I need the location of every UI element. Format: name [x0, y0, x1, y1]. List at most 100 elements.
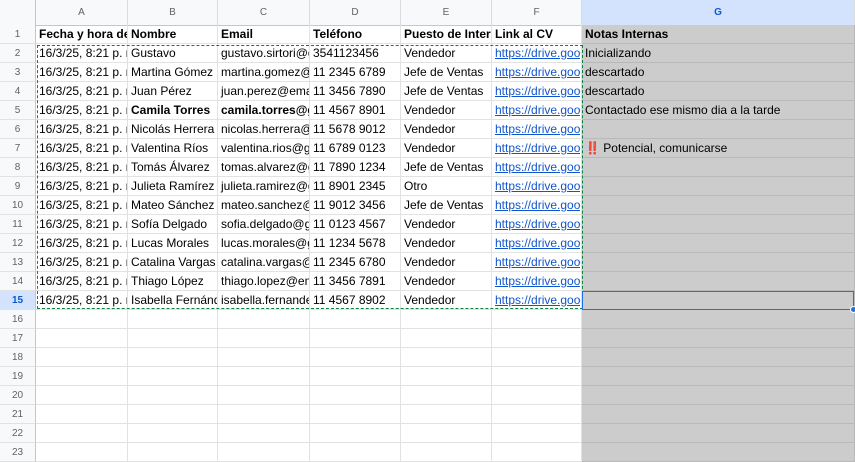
- empty-cell[interactable]: [218, 329, 310, 348]
- empty-cell[interactable]: [36, 424, 128, 443]
- cell-fecha[interactable]: 16/3/25, 8:21 p. m.: [36, 158, 128, 177]
- cell-puesto[interactable]: Vendedor: [401, 253, 492, 272]
- cell-email[interactable]: lucas.morales@gmail.com: [218, 234, 310, 253]
- empty-cell[interactable]: [218, 367, 310, 386]
- cell-puesto[interactable]: Jefe de Ventas: [401, 196, 492, 215]
- cell-email[interactable]: gustavo.sirtori@gmail.com: [218, 44, 310, 63]
- cell-fecha[interactable]: 16/3/25, 8:21 p. m.: [36, 234, 128, 253]
- cell-notas[interactable]: [582, 234, 855, 253]
- cell-email[interactable]: julieta.ramirez@gmail.com: [218, 177, 310, 196]
- row-header-15[interactable]: 15: [0, 291, 36, 310]
- empty-cell[interactable]: [310, 310, 401, 329]
- header-cell-fecha[interactable]: Fecha y hora de: [36, 25, 128, 44]
- cell-telefono[interactable]: 11 8901 2345: [310, 177, 401, 196]
- empty-cell[interactable]: [310, 386, 401, 405]
- header-cell-link-cv[interactable]: Link al CV: [492, 25, 582, 44]
- cell-telefono[interactable]: 11 4567 8902: [310, 291, 401, 310]
- header-cell-nombre[interactable]: Nombre: [128, 25, 218, 44]
- cell-link-cv[interactable]: https://drive.google.com: [492, 101, 582, 120]
- cell-puesto[interactable]: Jefe de Ventas: [401, 158, 492, 177]
- row-header-19[interactable]: 19: [0, 367, 36, 386]
- cell-link-cv[interactable]: https://drive.google.com: [492, 291, 582, 310]
- cell-nombre[interactable]: Thiago López: [128, 272, 218, 291]
- cell-link-cv[interactable]: https://drive.google.com: [492, 158, 582, 177]
- cell-link-cv[interactable]: https://drive.google.com: [492, 82, 582, 101]
- cell-nombre[interactable]: Valentina Ríos: [128, 139, 218, 158]
- cell-nombre[interactable]: Tomás Álvarez: [128, 158, 218, 177]
- cell-fecha[interactable]: 16/3/25, 8:21 p. m.: [36, 253, 128, 272]
- fill-handle[interactable]: [850, 306, 855, 313]
- empty-cell[interactable]: [492, 424, 582, 443]
- cell-notas[interactable]: [582, 177, 855, 196]
- cell-telefono[interactable]: 11 3456 7891: [310, 272, 401, 291]
- cell-fecha[interactable]: 16/3/25, 8:21 p. m.: [36, 215, 128, 234]
- empty-cell[interactable]: [128, 348, 218, 367]
- cell-link-cv[interactable]: https://drive.google.com: [492, 120, 582, 139]
- empty-cell[interactable]: [492, 348, 582, 367]
- cell-link-cv[interactable]: https://drive.google.com: [492, 139, 582, 158]
- cell-email[interactable]: thiago.lopez@email.com: [218, 272, 310, 291]
- row-header-20[interactable]: 20: [0, 386, 36, 405]
- row-header-2[interactable]: 2: [0, 44, 36, 63]
- column-header-d[interactable]: D: [310, 0, 401, 25]
- empty-cell[interactable]: [128, 310, 218, 329]
- empty-cell[interactable]: [310, 443, 401, 462]
- cell-email[interactable]: mateo.sanchez@gmail.com: [218, 196, 310, 215]
- cell-puesto[interactable]: Vendedor: [401, 139, 492, 158]
- empty-cell[interactable]: [310, 367, 401, 386]
- cell-email[interactable]: sofia.delgado@gmail.com: [218, 215, 310, 234]
- row-header-5[interactable]: 5: [0, 101, 36, 120]
- row-header-10[interactable]: 10: [0, 196, 36, 215]
- empty-cell[interactable]: [582, 348, 855, 367]
- cell-fecha[interactable]: 16/3/25, 8:21 p. m.: [36, 101, 128, 120]
- row-header-3[interactable]: 3: [0, 63, 36, 82]
- empty-cell[interactable]: [36, 405, 128, 424]
- empty-cell[interactable]: [582, 367, 855, 386]
- cell-grid[interactable]: Fecha y hora de Nombre Email Teléfono Puesto…: [36, 25, 855, 462]
- cell-notas[interactable]: [582, 158, 855, 177]
- empty-cell[interactable]: [310, 424, 401, 443]
- row-header-21[interactable]: 21: [0, 405, 36, 424]
- empty-cell[interactable]: [128, 443, 218, 462]
- row-header-1[interactable]: 1: [0, 25, 36, 44]
- empty-cell[interactable]: [128, 386, 218, 405]
- empty-cell[interactable]: [128, 405, 218, 424]
- cell-fecha[interactable]: 16/3/25, 8:21 p. m.: [36, 63, 128, 82]
- column-header-c[interactable]: C: [218, 0, 310, 25]
- cell-email[interactable]: isabella.fernandez@gmail.com: [218, 291, 310, 310]
- cell-notas[interactable]: Inicializando: [582, 44, 855, 63]
- cell-fecha[interactable]: 16/3/25, 8:21 p. m.: [36, 196, 128, 215]
- header-cell-puesto[interactable]: Puesto de Interés: [401, 25, 492, 44]
- spreadsheet[interactable]: ABCDEFG 1 2 3 4 5 6 7 8 9 10 11 12 13 14 15 16 17 18 19 20 2…: [0, 0, 855, 462]
- cell-notas[interactable]: descartado: [582, 82, 855, 101]
- cell-puesto[interactable]: Vendedor: [401, 101, 492, 120]
- row-header-8[interactable]: 8: [0, 158, 36, 177]
- cell-fecha[interactable]: 16/3/25, 8:21 p. m.: [36, 139, 128, 158]
- empty-cell[interactable]: [492, 386, 582, 405]
- empty-cell[interactable]: [401, 348, 492, 367]
- cell-fecha[interactable]: 16/3/25, 8:21 p. m.: [36, 44, 128, 63]
- cell-puesto[interactable]: Vendedor: [401, 272, 492, 291]
- empty-cell[interactable]: [128, 329, 218, 348]
- empty-cell[interactable]: [401, 405, 492, 424]
- empty-cell[interactable]: [401, 443, 492, 462]
- cell-telefono[interactable]: 11 4567 8901: [310, 101, 401, 120]
- column-header-b[interactable]: B: [128, 0, 218, 25]
- cell-nombre[interactable]: Catalina Vargas: [128, 253, 218, 272]
- column-header-f[interactable]: F: [492, 0, 582, 25]
- cell-puesto[interactable]: Vendedor: [401, 44, 492, 63]
- empty-cell[interactable]: [218, 348, 310, 367]
- cell-email[interactable]: camila.torres@gmail.com: [218, 101, 310, 120]
- row-header-6[interactable]: 6: [0, 120, 36, 139]
- cell-email[interactable]: martina.gomez@gmail.com: [218, 63, 310, 82]
- empty-cell[interactable]: [36, 310, 128, 329]
- row-header-16[interactable]: 16: [0, 310, 36, 329]
- header-cell-telefono[interactable]: Teléfono: [310, 25, 401, 44]
- cell-nombre[interactable]: Juan Pérez: [128, 82, 218, 101]
- cell-fecha[interactable]: 16/3/25, 8:21 p. m.: [36, 120, 128, 139]
- cell-notas[interactable]: [582, 291, 855, 310]
- cell-email[interactable]: catalina.vargas@gmail.com: [218, 253, 310, 272]
- empty-cell[interactable]: [492, 310, 582, 329]
- empty-cell[interactable]: [492, 443, 582, 462]
- row-header-23[interactable]: 23: [0, 443, 36, 462]
